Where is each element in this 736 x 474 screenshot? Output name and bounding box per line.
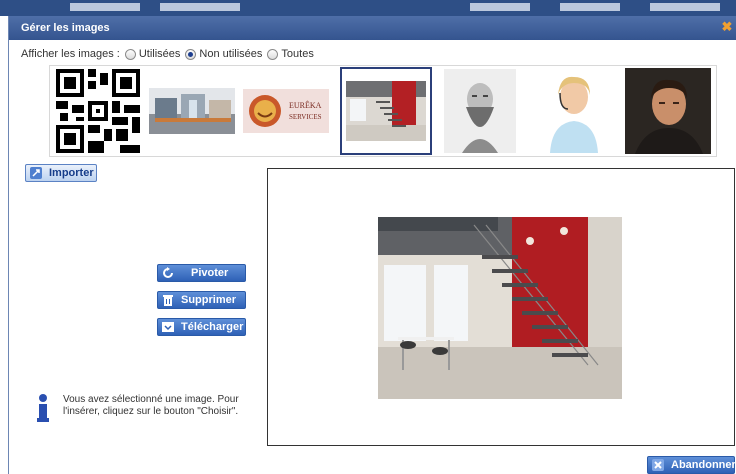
radio-checked-icon: [185, 48, 197, 60]
background-tab: [650, 3, 720, 11]
background-tab: [160, 3, 240, 11]
download-label: Télécharger: [181, 321, 244, 333]
filter-unused-label: Non utilisées: [199, 48, 263, 60]
download-button[interactable]: Télécharger: [157, 318, 246, 336]
manage-images-dialog: Gérer les images ✖ Afficher les images :…: [8, 16, 736, 474]
office-building-image: [149, 88, 235, 134]
image-preview-panel: [267, 168, 735, 446]
import-label: Importer: [49, 167, 94, 179]
eureka-services-logo-image: EURÊKA SERVICES: [243, 89, 329, 133]
rotate-icon: [161, 266, 175, 280]
filter-used-label: Utilisées: [138, 48, 181, 60]
background-tab: [470, 3, 530, 11]
dialog-titlebar: Gérer les images ✖: [9, 16, 736, 40]
qr-code-image: [56, 69, 140, 153]
thumbnail-woman-headset[interactable]: [528, 67, 620, 155]
close-icon[interactable]: ✖: [719, 19, 735, 35]
background-tab: [560, 3, 620, 11]
selection-info: Vous avez sélectionné une image. Pour l'…: [35, 394, 243, 427]
staircase-preview-image: [378, 217, 622, 399]
import-icon: [29, 166, 43, 180]
rotate-button[interactable]: Pivoter: [157, 264, 246, 282]
background-app-bar: [0, 0, 736, 16]
rotate-label: Pivoter: [191, 267, 229, 279]
info-icon: [35, 394, 51, 427]
dialog-title: Gérer les images: [21, 22, 110, 34]
thumbnail-office-building[interactable]: [146, 67, 238, 155]
abandon-button[interactable]: Abandonner: [647, 456, 736, 474]
thumbnail-man-portrait[interactable]: [622, 67, 714, 155]
thumbnail-eureka-logo[interactable]: EURÊKA SERVICES: [240, 67, 332, 155]
info-text: Vous avez sélectionné une image. Pour l'…: [63, 394, 239, 417]
thumbnail-qr-code[interactable]: [52, 67, 144, 155]
man-portrait-image: [625, 68, 711, 154]
delete-button[interactable]: Supprimer: [157, 291, 246, 309]
download-icon: [161, 320, 175, 334]
image-filter: Afficher les images : Utilisées Non util…: [21, 46, 314, 62]
close-x-icon: [651, 458, 665, 472]
radio-icon: [267, 48, 279, 60]
trash-icon: [161, 293, 175, 307]
woman-headset-image: [536, 69, 612, 153]
filter-unused-radio[interactable]: Non utilisées: [185, 48, 262, 60]
radio-icon: [124, 48, 136, 60]
thumbnail-bearded-man[interactable]: [434, 67, 526, 155]
delete-label: Supprimer: [181, 294, 237, 306]
staircase-interior-image: [346, 81, 426, 141]
thumbnail-staircase[interactable]: [340, 67, 432, 155]
filter-used-radio[interactable]: Utilisées: [124, 48, 181, 60]
filter-all-radio[interactable]: Toutes: [267, 48, 314, 60]
import-button[interactable]: Importer: [25, 164, 97, 182]
abandon-label: Abandonner: [671, 459, 736, 471]
image-thumbnail-strip: EURÊKA SERVICES: [49, 65, 717, 157]
services-logo-text: SERVICES: [289, 113, 322, 121]
bearded-man-sketch-image: [444, 69, 516, 153]
filter-label: Afficher les images :: [21, 48, 120, 60]
eureka-logo-text: EURÊKA: [289, 100, 322, 110]
background-tab: [70, 3, 140, 11]
filter-all-label: Toutes: [281, 48, 314, 60]
